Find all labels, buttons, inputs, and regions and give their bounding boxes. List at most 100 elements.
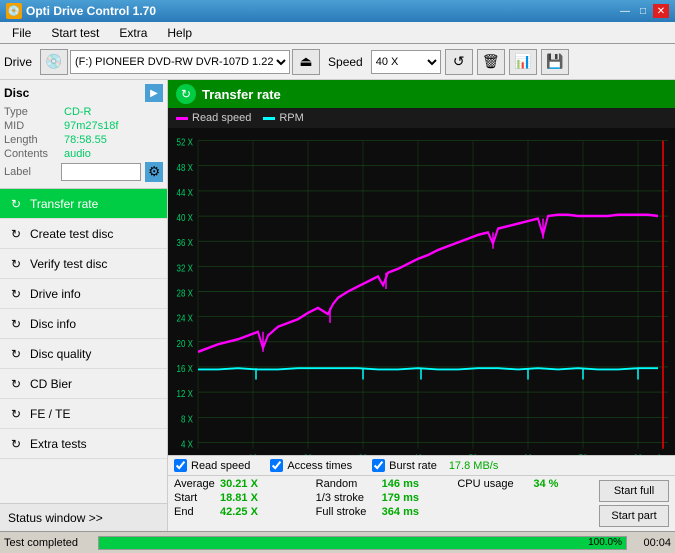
progress-bar-fill [99,537,626,549]
progress-time: 00:04 [631,537,671,549]
nav-disc-quality-label: Disc quality [30,347,91,361]
main-content: Disc ▶ Type CD-R MID 97m27s18f Length 78… [0,80,675,531]
start-part-button[interactable]: Start part [599,505,669,527]
svg-text:24 X: 24 X [177,313,193,324]
save-button[interactable]: 💾 [541,49,569,75]
stat-group-3: CPU usage 34 % [457,478,593,529]
svg-text:40 X: 40 X [177,212,193,223]
minimize-button[interactable]: — [617,4,633,18]
svg-text:12 X: 12 X [177,388,193,399]
svg-text:52 X: 52 X [177,137,193,148]
nav-transfer-rate[interactable]: ↻ Transfer rate [0,189,167,219]
menu-bar: File Start test Extra Help [0,22,675,44]
speed-select[interactable]: 40 X [371,50,441,74]
disc-length-row: Length 78:58.55 [4,134,163,146]
svg-text:30: 30 [359,452,368,455]
stroke1-value: 179 ms [382,492,427,504]
burst-rate-checkbox-item: Burst rate 17.8 MB/s [372,459,498,472]
random-stat-row: Random 146 ms [316,478,452,490]
progress-percent: 100.0% [588,537,622,549]
nav-disc-quality[interactable]: ↻ Disc quality [0,339,167,369]
nav-cd-bier-label: CD Bier [30,377,72,391]
nav-fe-te[interactable]: ↻ FE / TE [0,399,167,429]
graph-button[interactable]: 📊 [509,49,537,75]
cd-bier-icon: ↻ [8,376,24,392]
disc-mid-value: 97m27s18f [64,120,163,132]
disc-mid-label: MID [4,120,64,132]
progress-bar-container: 100.0% [98,536,627,550]
svg-text:20: 20 [304,452,313,455]
stroke1-label: 1/3 stroke [316,492,376,504]
speed-label: Speed [328,55,363,69]
disc-type-value: CD-R [64,106,163,118]
menu-help[interactable]: Help [159,24,200,42]
disc-contents-label: Contents [4,148,64,160]
status-window-button[interactable]: Status window >> [0,503,167,531]
menu-extra[interactable]: Extra [111,24,155,42]
full-stroke-value: 364 ms [382,506,427,518]
progress-section: Test completed 100.0% 00:04 [0,531,675,553]
end-label: End [174,506,214,518]
read-speed-checkbox[interactable] [174,459,187,472]
disc-label-input[interactable] [61,163,141,181]
stroke1-stat-row: 1/3 stroke 179 ms [316,492,452,504]
nav-verify-test-disc-label: Verify test disc [30,257,107,271]
svg-text:28 X: 28 X [177,288,193,299]
svg-text:20 X: 20 X [177,338,193,349]
svg-text:8 X: 8 X [181,413,193,424]
read-speed-checkbox-label: Read speed [191,460,250,472]
cpu-label: CPU usage [457,478,527,490]
disc-length-value: 78:58.55 [64,134,163,146]
nav-transfer-rate-label: Transfer rate [30,197,98,211]
drive-info-icon: ↻ [8,286,24,302]
toolbar: Drive 💿 (F:) PIONEER DVD-RW DVR-107D 1.2… [0,44,675,80]
stat-group-1: Average 30.21 X Start 18.81 X End 42.25 … [174,478,310,529]
progress-status-text: Test completed [4,537,94,549]
nav-drive-info[interactable]: ↻ Drive info [0,279,167,309]
nav-drive-info-label: Drive info [30,287,81,301]
menu-file[interactable]: File [4,24,39,42]
disc-label-row: Label ⚙ [4,162,163,182]
drive-select[interactable]: (F:) PIONEER DVD-RW DVR-107D 1.22 [70,50,290,74]
nav-extra-tests[interactable]: ↻ Extra tests [0,429,167,459]
svg-text:16 X: 16 X [177,363,193,374]
svg-text:40: 40 [414,452,423,455]
nav-cd-bier[interactable]: ↻ CD Bier [0,369,167,399]
nav-verify-test-disc[interactable]: ↻ Verify test disc [0,249,167,279]
fe-te-icon: ↻ [8,406,24,422]
read-speed-color [176,117,188,120]
disc-quality-icon: ↻ [8,346,24,362]
status-window-label: Status window >> [8,511,103,525]
disc-type-label: Type [4,106,64,118]
bottom-controls: Read speed Access times Burst rate 17.8 … [168,455,675,531]
disc-contents-row: Contents audio [4,148,163,160]
right-panel: ↻ Transfer rate Read speed RPM [168,80,675,531]
cpu-value: 34 % [533,478,568,490]
sidebar-nav: ↻ Transfer rate ↻ Create test disc ↻ Ver… [0,189,167,503]
close-button[interactable]: ✕ [653,4,669,18]
rpm-color [263,117,275,120]
disc-info-icon: ↻ [8,316,24,332]
disc-contents-value: audio [64,148,163,160]
disc-type-row: Type CD-R [4,106,163,118]
menu-start-test[interactable]: Start test [43,24,107,42]
nav-create-test-disc[interactable]: ↻ Create test disc [0,219,167,249]
nav-disc-info-label: Disc info [30,317,76,331]
access-times-checkbox[interactable] [270,459,283,472]
nav-disc-info[interactable]: ↻ Disc info [0,309,167,339]
nav-fe-te-label: FE / TE [30,407,70,421]
refresh-button[interactable]: ↺ [445,49,473,75]
disc-arrow-button[interactable]: ▶ [145,84,163,102]
burst-rate-checkbox[interactable] [372,459,385,472]
chart-title: Transfer rate [202,87,281,102]
label-settings-button[interactable]: ⚙ [145,162,163,182]
disc-panel: Disc ▶ Type CD-R MID 97m27s18f Length 78… [0,80,167,189]
start-full-button[interactable]: Start full [599,480,669,502]
sidebar: Disc ▶ Type CD-R MID 97m27s18f Length 78… [0,80,168,531]
maximize-button[interactable]: □ [635,4,651,18]
eject-button[interactable]: ⏏ [292,49,320,75]
svg-text:10: 10 [249,452,258,455]
random-label: Random [316,478,376,490]
drive-select-group: 💿 (F:) PIONEER DVD-RW DVR-107D 1.22 ⏏ [40,49,320,75]
clear-button[interactable]: 🗑 [477,49,505,75]
